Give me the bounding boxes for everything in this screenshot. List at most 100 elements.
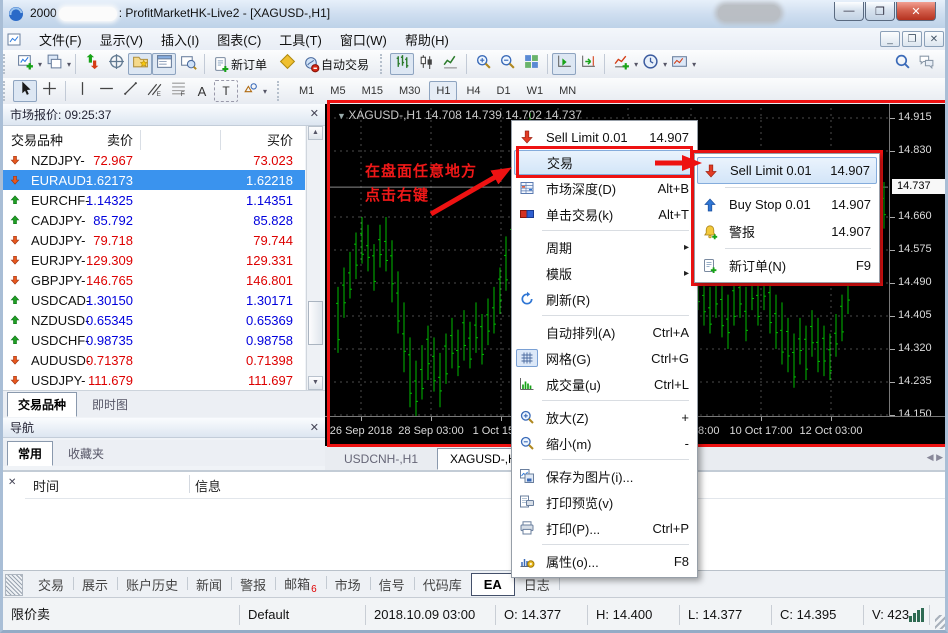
templates-button[interactable] [667,53,691,75]
menu-item[interactable]: 属性(o)...F8 [512,548,697,574]
chart-shift-button[interactable] [576,53,600,75]
timeframe-w1[interactable]: W1 [520,81,551,101]
autotrading-button[interactable]: 自动交易 [299,53,377,75]
scroll-up-icon[interactable]: ▲ [308,126,323,140]
market-watch-row[interactable]: USDCAD-1.301501.30171 [3,290,305,310]
market-watch-row[interactable]: EURAUD-1.621731.62218 [3,170,305,190]
mdi-restore-button[interactable]: ❐ [902,31,922,47]
menu-item[interactable]: Sell Limit 0.0114.907 [697,157,877,184]
terminal-close-icon[interactable]: ✕ [8,477,16,488]
market-watch-row[interactable]: USDJPY-111.679111.697 [3,370,305,390]
timeframe-h4[interactable]: H4 [459,81,487,101]
bottom-tab-信号[interactable]: 信号 [370,571,414,598]
tab-favorites[interactable]: 收藏夹 [57,441,115,466]
text-tool-button[interactable]: A [190,80,214,102]
cursor-tool-button[interactable] [13,80,37,102]
menu-item[interactable]: 交易▸ [514,150,695,175]
timeframe-m30[interactable]: M30 [392,81,427,101]
timeframe-m5[interactable]: M5 [323,81,352,101]
menubar-item-2[interactable]: 插入(I) [152,28,208,51]
horizontal-line-tool-button[interactable] [94,80,118,102]
metaeditor-button[interactable] [275,53,299,75]
window-close-button[interactable]: ✕ [896,2,936,21]
window-restore-button[interactable]: ❐ [865,2,895,21]
market-watch-row[interactable]: EURCHF-1.143251.14351 [3,190,305,210]
menu-item[interactable]: 刷新(R) [512,286,697,312]
auto-scroll-button[interactable] [552,53,576,75]
mdi-minimize-button[interactable]: _ [880,31,900,47]
arrows-tool-button[interactable] [238,80,262,102]
bottom-tab-代码库[interactable]: 代码库 [414,571,471,598]
bottom-tab-警报[interactable]: 警报 [231,571,275,598]
bottom-tab-EA[interactable]: EA [471,573,515,596]
navigator-close-icon[interactable]: ✕ [310,421,319,434]
indicators-button[interactable] [609,53,633,75]
tab-scroll-icons[interactable]: ◀ ▶ [927,452,943,463]
market-watch-close-icon[interactable]: ✕ [310,107,319,120]
timeframe-d1[interactable]: D1 [490,81,518,101]
vertical-line-tool-button[interactable] [70,80,94,102]
menubar-item-5[interactable]: 窗口(W) [331,28,396,51]
menu-item[interactable]: 打印(P)...Ctrl+P [512,515,697,541]
market-watch-row[interactable]: GBPJPY-146.765146.801 [3,270,305,290]
scroll-down-icon[interactable]: ▼ [308,376,323,390]
periods-button[interactable] [638,53,662,75]
bottom-tab-交易[interactable]: 交易 [29,571,73,598]
menu-item[interactable]: 单击交易(k)Alt+T [512,201,697,227]
tile-windows-button[interactable] [519,53,543,75]
menu-item[interactable]: 周期▸ [512,234,697,260]
bottom-tab-邮箱[interactable]: 邮箱6 [275,570,326,600]
panel-gripper[interactable] [5,574,23,596]
new-order-button[interactable]: 新订单 [209,53,275,75]
tab-tick-chart[interactable]: 即时图 [81,392,139,417]
menu-item[interactable]: 新订单(N)F9 [695,252,879,279]
menu-item[interactable]: Buy Stop 0.0114.907 [695,191,879,218]
market-watch-scrollbar[interactable]: ▲ ▼ [306,126,324,390]
menu-item[interactable]: 网格(G)Ctrl+G [512,345,697,371]
menu-item[interactable]: 自动排列(A)Ctrl+A [512,319,697,345]
data-window-button[interactable] [104,53,128,75]
menubar-item-4[interactable]: 工具(T) [270,28,331,51]
crosshair-tool-button[interactable] [37,80,61,102]
market-watch-row[interactable]: USDCHF-0.987350.98758 [3,330,305,350]
profiles-button[interactable] [42,53,66,75]
tab-common[interactable]: 常用 [7,441,53,466]
fibonacci-tool-button[interactable]: F [166,80,190,102]
market-watch-row[interactable]: AUDJPY-79.71879.744 [3,230,305,250]
bottom-tab-账户历史[interactable]: 账户历史 [117,571,187,598]
trendline-tool-button[interactable] [118,80,142,102]
resize-grip[interactable] [935,615,948,629]
line-chart-type-button[interactable] [438,53,462,75]
menu-item[interactable]: 市场深度(D)Alt+B [512,175,697,201]
new-chart-button[interactable] [13,53,37,75]
market-watch-row[interactable]: CADJPY-85.79285.828 [3,210,305,230]
bottom-tab-新闻[interactable]: 新闻 [187,571,231,598]
chart-tab-usdcnh[interactable]: USDCNH-,H1 [331,448,431,470]
text-label-tool-button[interactable]: T [214,80,238,102]
timeframe-m1[interactable]: M1 [292,81,321,101]
tab-symbols[interactable]: 交易品种 [7,392,77,417]
bar-chart-type-button[interactable] [390,53,414,75]
market-watch-row[interactable]: EURJPY-129.309129.331 [3,250,305,270]
menubar-item-6[interactable]: 帮助(H) [396,28,458,51]
zoom-in-button[interactable] [471,53,495,75]
zoom-out-button[interactable] [495,53,519,75]
window-minimize-button[interactable]: — [834,2,864,21]
timeframe-h1[interactable]: H1 [429,81,457,101]
scrollbar-thumb[interactable] [308,301,323,345]
menubar-item-0[interactable]: 文件(F) [30,28,91,51]
chat-button[interactable] [914,53,938,75]
navigator-toggle-button[interactable] [128,53,152,75]
market-watch-row[interactable]: AUDUSD-0.713780.71398 [3,350,305,370]
menu-item[interactable]: 模版▸ [512,260,697,286]
menu-item[interactable]: 放大(Z)+ [512,404,697,430]
candlestick-type-button[interactable] [414,53,438,75]
terminal-toggle-button[interactable] [152,53,176,75]
timeframe-m15[interactable]: M15 [355,81,390,101]
search-button[interactable] [890,53,914,75]
bottom-tab-展示[interactable]: 展示 [73,571,117,598]
mdi-close-button[interactable]: ✕ [924,31,944,47]
menu-item[interactable]: 保存为图片(i)... [512,463,697,489]
market-watch-toggle-button[interactable] [80,53,104,75]
menu-item[interactable]: 警报14.907 [695,218,879,245]
